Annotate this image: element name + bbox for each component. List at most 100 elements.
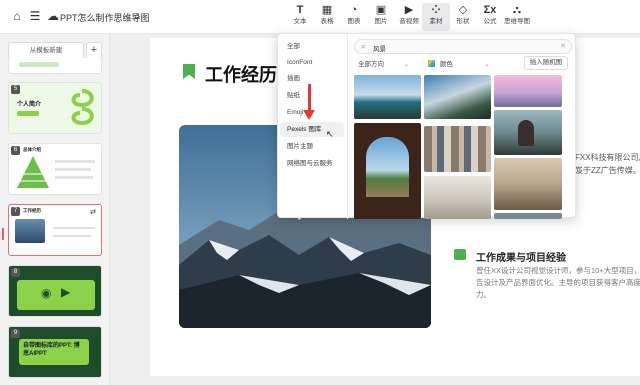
mindmap-icon: ⛬	[513, 4, 521, 16]
chart-icon: ◔	[350, 4, 358, 16]
menu-icon[interactable]: ☰	[28, 9, 42, 23]
color-palette-icon	[428, 60, 435, 67]
result-image-balcony[interactable]	[494, 158, 562, 210]
result-image-canyon[interactable]	[424, 75, 491, 119]
achievement-text: 力。	[476, 290, 491, 299]
tool-mindmap-label: 思维导图	[504, 18, 530, 25]
achievement-text: 曾任XX设计公司视觉设计师，参与10+大型项目，	[476, 266, 640, 275]
eye-icon: ◉	[41, 286, 52, 300]
menu-item-sticker[interactable]: 贴纸	[280, 88, 344, 103]
thumb-text-line	[55, 176, 93, 179]
tool-text-label: 文本	[293, 18, 307, 25]
slide-thumbnail-title: 自带图标库的PPT: 博思AIPPT	[23, 343, 80, 357]
tool-text[interactable]: T 文本	[286, 3, 314, 31]
slide-thumbnail-8[interactable]: 8 ◉ ▶	[8, 265, 102, 317]
thumb-decoration	[17, 111, 39, 116]
slide-number: 7	[11, 207, 20, 216]
tool-image-label: 图片	[374, 18, 388, 25]
image-icon: ▣	[375, 4, 387, 16]
formula-icon: Σx	[483, 4, 497, 16]
search-icon: ⌕	[361, 42, 366, 51]
slide-thumbnail-4[interactable]	[8, 58, 102, 74]
tool-table[interactable]: ▦ 表格	[313, 3, 341, 31]
tool-mindmap[interactable]: ⛬ 思维导图	[503, 3, 531, 31]
home-icon[interactable]: ⌂	[10, 9, 24, 23]
tool-chart[interactable]: ◔ 图表	[340, 3, 368, 31]
result-image-lake[interactable]	[354, 75, 421, 119]
slide-thumbnail-title: 总体介绍	[23, 147, 41, 152]
slide-thumbnail-6[interactable]: 6 总体介绍	[8, 143, 102, 195]
shape-icon: ◇	[458, 4, 468, 16]
result-image-collage[interactable]	[424, 126, 491, 172]
slide-thumbnail-5[interactable]: 5 个人简介	[8, 82, 102, 134]
thumb-text-line	[53, 235, 91, 237]
chevron-down-icon: ⌄	[484, 62, 490, 68]
window-view	[366, 137, 409, 197]
result-image-pink-sky[interactable]	[494, 75, 562, 107]
text-icon: T	[296, 4, 304, 16]
menu-item-all[interactable]: 全部	[280, 39, 344, 54]
result-image-window[interactable]	[354, 123, 421, 219]
slide-body-text: FXX科技有限公司,	[575, 153, 640, 162]
direction-filter-label: 全部方向	[358, 61, 384, 68]
menu-item-iconfont[interactable]: IconFont	[280, 55, 344, 70]
mouse-cursor-icon: ↖	[326, 129, 334, 139]
tool-shape[interactable]: ◇ 形状	[449, 3, 477, 31]
video-icon: ▶	[404, 4, 414, 16]
thumb-photo	[15, 219, 45, 243]
thumb-text-line	[55, 168, 91, 171]
new-from-template-button[interactable]: 从模板新建	[8, 42, 84, 59]
search-icon[interactable]: ⌕	[130, 9, 144, 23]
tool-formula-label: 公式	[483, 18, 497, 25]
chevron-down-icon: ⌄	[403, 62, 409, 68]
slide-thumbnail-7[interactable]: 7 工作经历 ⇄	[8, 204, 102, 256]
slide-number: 8	[11, 268, 20, 277]
tool-image[interactable]: ▣ 图片	[367, 3, 395, 31]
tool-materials-label: 素材	[429, 18, 443, 25]
materials-icon: ⁘	[431, 4, 441, 16]
message-icon	[454, 249, 466, 260]
tool-materials[interactable]: ⁘ 素材	[422, 3, 450, 31]
shuffle-icon[interactable]: ⇄	[90, 208, 96, 216]
slide-thumbnail-title: 个人简介	[17, 102, 42, 108]
menu-item-web-cloud[interactable]: 网络图与云服务	[280, 156, 344, 171]
thumb-pyramid-graphic	[17, 156, 49, 188]
achievement-heading[interactable]: 工作成果与项目经验	[476, 249, 566, 264]
selected-slide-marker	[2, 228, 4, 240]
slide-thumbnail-9[interactable]: 9 自带图标库的PPT: 博思AIPPT	[8, 326, 102, 378]
person-silhouette	[518, 120, 534, 146]
menu-item-pexels[interactable]: Pexels 图库	[280, 122, 344, 137]
result-image-room[interactable]	[424, 176, 491, 219]
search-value: 风景	[373, 46, 386, 53]
tool-table-label: 表格	[320, 18, 334, 25]
materials-category-menu: 全部 IconFont 插画 贴纸 Emoji Pexels 图库 图片主题 网…	[278, 34, 348, 219]
add-slide-button[interactable]: +	[86, 42, 102, 59]
material-search-input[interactable]: ⌕ 风景 ✕	[354, 39, 572, 54]
cloud-icon: ☁	[47, 9, 59, 23]
slide-thumbnail-title: 工作经历	[23, 208, 41, 213]
menu-item-illustration[interactable]: 插画	[280, 71, 344, 86]
annotation-arrow-head	[303, 110, 315, 120]
play-icon: ▶	[61, 285, 71, 299]
color-filter[interactable]: 颜色 ⌄	[428, 58, 490, 71]
result-image-person-mountain[interactable]	[494, 110, 562, 155]
tool-formula[interactable]: Σx 公式	[476, 3, 504, 31]
thumb-decoration	[19, 62, 59, 67]
table-icon: ▦	[321, 4, 333, 16]
thumb-spiral-graphic	[71, 89, 94, 126]
slide-title[interactable]: 工作经历	[205, 61, 277, 87]
tool-shape-label: 形状	[456, 18, 470, 25]
tool-media[interactable]: ▶ 音视频	[395, 3, 423, 31]
direction-filter[interactable]: 全部方向 ⌄	[358, 58, 409, 71]
insert-random-image-button[interactable]: 插入随机图	[524, 56, 568, 70]
tool-chart-label: 图表	[347, 18, 361, 25]
top-toolbar: ⌂ ☰ ☁ PPT怎么制作思维导图 ⌕ T 文本 ▦ 表格 ◔ 图表 ▣ 图片 …	[0, 0, 640, 34]
thumb-banner	[17, 280, 95, 310]
thumb-text-line	[55, 160, 95, 163]
slide-number: 5	[11, 85, 20, 94]
menu-item-image-theme[interactable]: 图片主题	[280, 139, 344, 154]
clear-icon[interactable]: ✕	[560, 42, 566, 50]
slide-body-text: 岌于ZZ广告传媒。在	[575, 166, 640, 175]
tool-media-label: 音视频	[399, 18, 419, 25]
result-image-partial[interactable]	[494, 213, 562, 219]
